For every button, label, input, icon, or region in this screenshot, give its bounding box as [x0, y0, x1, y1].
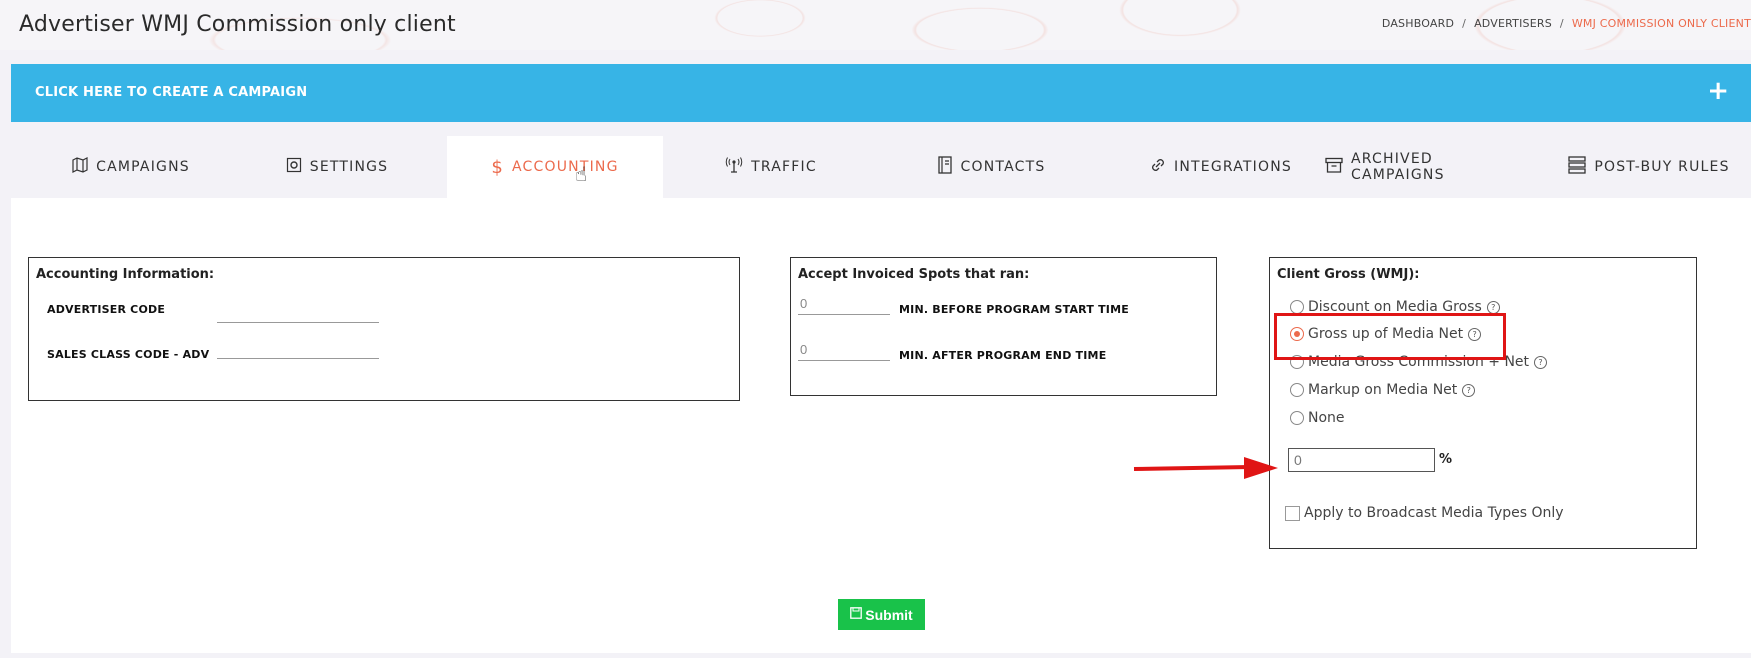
option-label: Markup on Media Net	[1308, 382, 1458, 398]
tab-label: CAMPAIGNS	[96, 159, 190, 175]
sales-class-code-input[interactable]	[217, 338, 379, 359]
tab-archived-campaigns[interactable]: ARCHIVED CAMPAIGNS	[1325, 136, 1531, 198]
broadcast-only-option[interactable]: Apply to Broadcast Media Types Only	[1285, 505, 1564, 521]
plus-icon[interactable]: +	[1707, 76, 1729, 106]
page-title: Advertiser WMJ Commission only client	[19, 12, 456, 37]
tab-label: ARCHIVED CAMPAIGNS	[1351, 151, 1445, 183]
tab-settings[interactable]: SETTINGS	[247, 136, 427, 198]
archive-icon	[1325, 157, 1343, 177]
min-after-end-input[interactable]	[798, 338, 890, 361]
antenna-icon	[725, 157, 743, 177]
red-arrow-annotation	[1133, 457, 1278, 479]
breadcrumb-advertisers[interactable]: ADVERTISERS	[1474, 17, 1552, 30]
tab-label: TRAFFIC	[751, 159, 817, 175]
invoiced-spots-title: Accept Invoiced Spots that ran:	[798, 267, 1030, 282]
option-label: None	[1308, 410, 1345, 426]
submit-button[interactable]: Submit	[838, 599, 925, 630]
percent-sign: %	[1439, 452, 1453, 467]
breadcrumb-separator: /	[1559, 17, 1564, 30]
client-gross-box: Client Gross (WMJ): Discount on Media Gr…	[1269, 257, 1697, 549]
breadcrumb-dashboard[interactable]: DASHBOARD	[1382, 17, 1454, 30]
link-icon	[1150, 157, 1166, 177]
map-icon	[72, 157, 88, 177]
tab-accounting[interactable]: $ ACCOUNTING	[447, 136, 663, 198]
tab-label: INTEGRATIONS	[1174, 159, 1292, 175]
breadcrumb-current: WMJ COMMISSION ONLY CLIENT	[1571, 17, 1751, 30]
min-before-start-label: MIN. BEFORE PROGRAM START TIME	[899, 303, 1129, 316]
tab-label: SETTINGS	[309, 159, 389, 175]
dollar-icon: $	[491, 156, 505, 178]
save-icon	[850, 607, 863, 622]
tab-contacts[interactable]: CONTACTS	[901, 136, 1081, 198]
tab-campaigns[interactable]: CAMPAIGNS	[41, 136, 221, 198]
tab-label: CONTACTS	[960, 159, 1046, 175]
create-campaign-label: CLICK HERE TO CREATE A CAMPAIGN	[35, 85, 308, 100]
help-icon[interactable]: ?	[1534, 355, 1548, 369]
help-icon[interactable]: ?	[1486, 300, 1500, 314]
contacts-book-icon	[937, 156, 953, 178]
submit-label: Submit	[865, 606, 913, 623]
breadcrumb-separator: /	[1462, 17, 1467, 30]
min-before-start-input[interactable]	[798, 292, 890, 315]
tab-traffic[interactable]: TRAFFIC	[681, 136, 861, 198]
tab-integrations[interactable]: INTEGRATIONS	[1131, 136, 1311, 198]
option-markup-on-media-net[interactable]: Markup on Media Net ?	[1290, 382, 1476, 398]
advertiser-code-label: ADVERTISER CODE	[47, 303, 166, 316]
sales-class-code-label: SALES CLASS CODE - ADV	[47, 348, 210, 361]
tab-post-buy-rules[interactable]: POST-BUY RULES	[1559, 136, 1739, 198]
radio-button[interactable]	[1290, 411, 1304, 425]
accounting-info-title: Accounting Information:	[36, 267, 215, 282]
help-icon[interactable]: ?	[1462, 383, 1476, 397]
tab-label: ACCOUNTING	[512, 159, 619, 175]
breadcrumb: DASHBOARD / ADVERTISERS / WMJ COMMISSION ONL…	[1382, 17, 1751, 30]
create-campaign-banner[interactable]: CLICK HERE TO CREATE A CAMPAIGN +	[11, 64, 1751, 122]
min-after-end-label: MIN. AFTER PROGRAM END TIME	[899, 349, 1107, 362]
page-header: Advertiser WMJ Commission only client DA…	[0, 0, 1751, 50]
tab-label: POST-BUY RULES	[1594, 159, 1730, 175]
percent-input[interactable]	[1288, 448, 1435, 472]
list-icon	[1568, 156, 1586, 178]
gear-icon	[286, 157, 302, 177]
advertiser-tabs: CAMPAIGNS SETTINGS $ ACCOUNTING TRAFFIC …	[11, 136, 1751, 198]
hand-cursor-icon: ☝	[575, 162, 588, 186]
accounting-info-box: Accounting Information: ADVERTISER CODE …	[28, 257, 740, 401]
advertiser-code-input[interactable]	[217, 302, 379, 323]
radio-button[interactable]	[1290, 383, 1304, 397]
radio-button[interactable]	[1290, 300, 1304, 314]
broadcast-only-checkbox[interactable]	[1285, 505, 1300, 521]
broadcast-only-label: Apply to Broadcast Media Types Only	[1304, 505, 1564, 521]
client-gross-title: Client Gross (WMJ):	[1277, 267, 1420, 282]
invoiced-spots-box: Accept Invoiced Spots that ran: MIN. BEF…	[790, 257, 1217, 396]
option-none[interactable]: None	[1290, 410, 1345, 426]
highlight-box-annotation	[1274, 313, 1506, 360]
